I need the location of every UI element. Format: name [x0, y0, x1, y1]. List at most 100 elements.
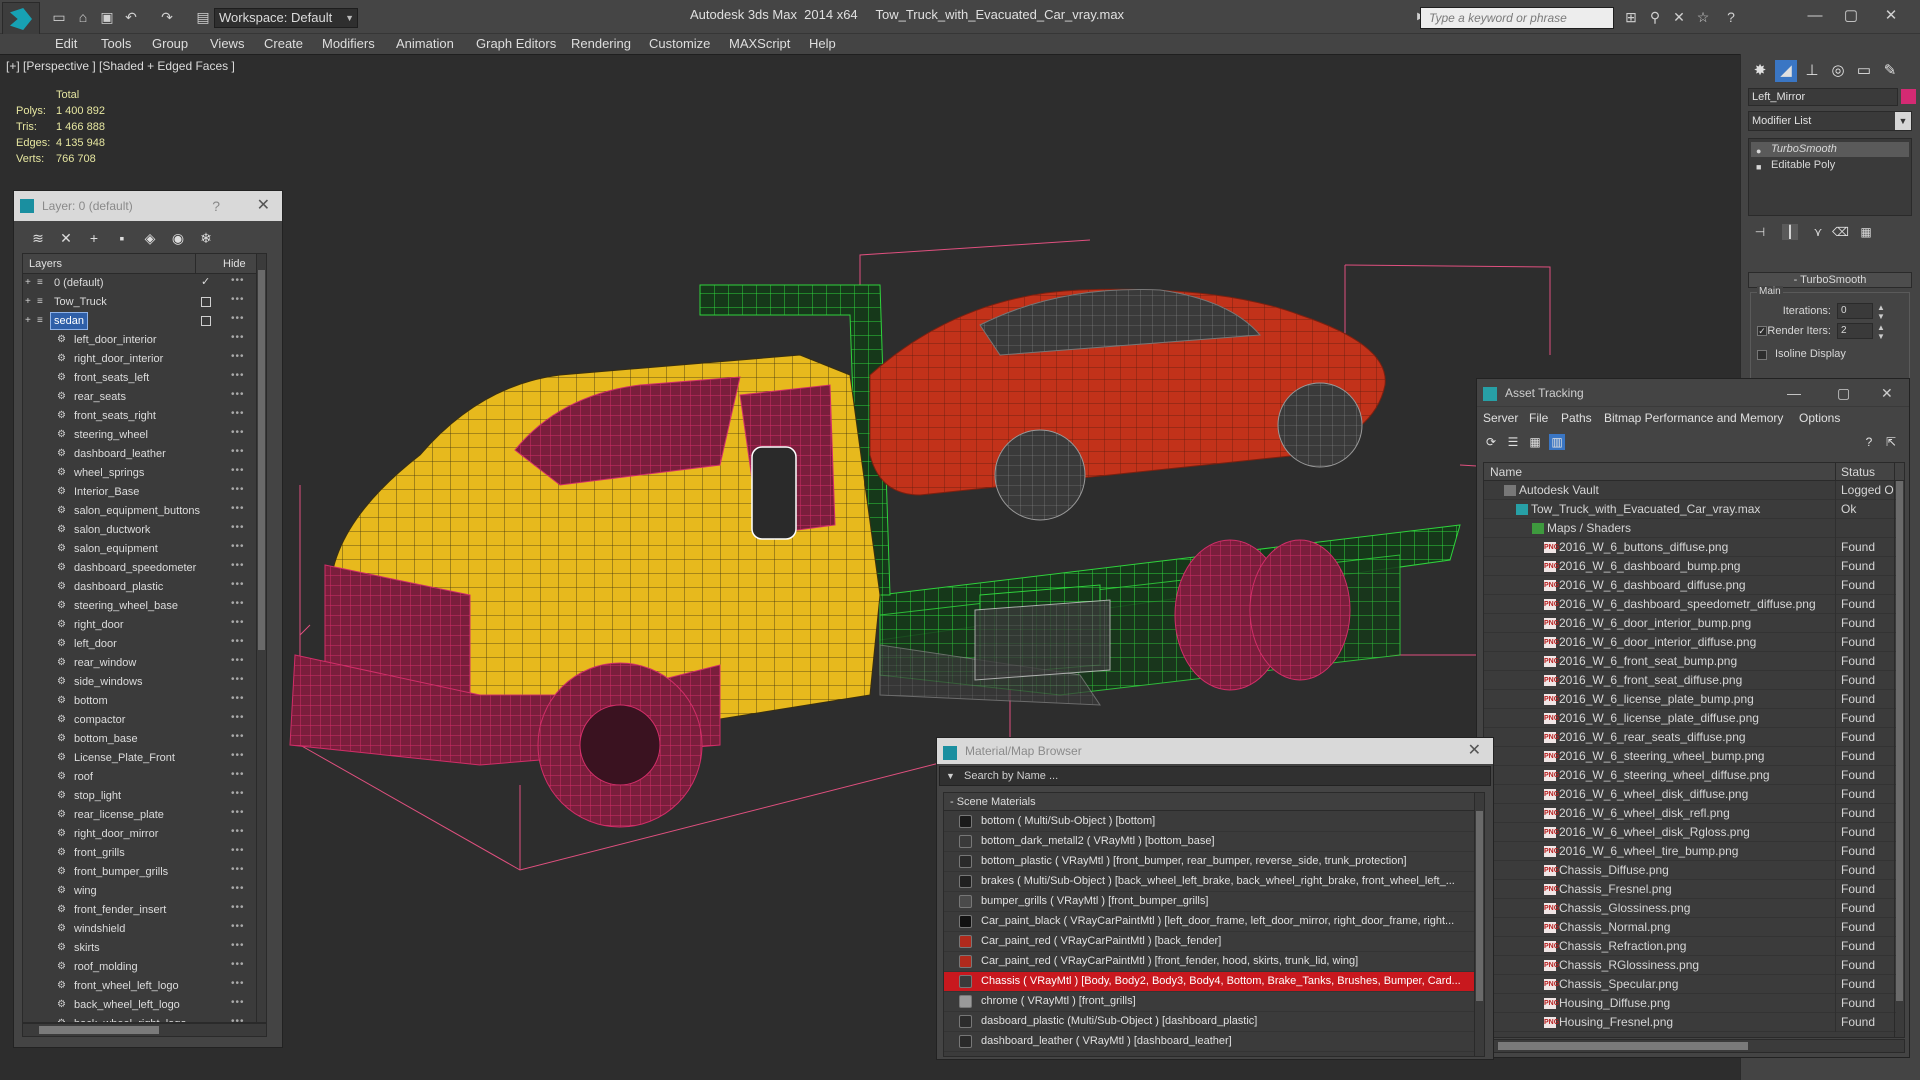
layer-name[interactable]: wheel_springs — [71, 465, 147, 481]
minimize-window-button[interactable]: — — [1800, 6, 1830, 26]
expand-icon[interactable]: + — [25, 316, 35, 326]
menu-views[interactable]: Views — [210, 36, 244, 51]
hide-toggle[interactable]: ••• — [231, 902, 245, 913]
layers-icon[interactable]: ≋ — [30, 230, 46, 246]
layer-name[interactable]: salon_ductwork — [71, 522, 153, 538]
spinner-arrows-icon[interactable]: ▲ ▼ — [1877, 323, 1885, 341]
asset-menu-file[interactable]: File — [1529, 411, 1548, 425]
hide-toggle[interactable]: ••• — [231, 769, 245, 780]
hide-toggle[interactable]: ••• — [231, 389, 245, 400]
select-objects-icon[interactable]: ▪ — [114, 230, 130, 246]
asset-horizontal-scrollbar[interactable] — [1483, 1039, 1905, 1053]
menu-create[interactable]: Create — [264, 36, 303, 51]
column-status[interactable]: Status — [1841, 465, 1875, 479]
scene-materials-group[interactable]: - Scene Materials — [944, 793, 1474, 811]
material-vertical-scrollbar[interactable] — [1474, 793, 1484, 1056]
menu-maxscript[interactable]: MAXScript — [729, 36, 790, 51]
modifier-list-dropdown[interactable]: Modifier List ▼ — [1748, 111, 1912, 131]
asset-row[interactable]: PNG Chassis_RGlossiness.png Found — [1484, 956, 1896, 975]
layer-name[interactable]: License_Plate_Front — [71, 750, 178, 766]
asset-row[interactable]: PNG 2016_W_6_dashboard_diffuse.png Found — [1484, 576, 1896, 595]
material-row[interactable]: chrome ( VRayMtl ) [front_grills] — [944, 992, 1474, 1012]
object-color-swatch[interactable] — [1901, 89, 1916, 104]
hide-toggle[interactable]: ••• — [231, 446, 245, 457]
material-row[interactable]: Chassis ( VRayMtl ) [Body, Body2, Body3,… — [944, 972, 1474, 992]
material-search-input[interactable]: ▼ Search by Name ... — [939, 766, 1491, 786]
display-tab-icon[interactable]: ▭ — [1853, 60, 1875, 82]
asset-row[interactable]: PNG Housing_Fresnel.png Found — [1484, 1013, 1896, 1032]
layer-name[interactable]: 0 (default) — [51, 275, 107, 291]
object-name-field[interactable]: Left_Mirror — [1748, 88, 1898, 106]
layer-name[interactable]: right_door_mirror — [71, 826, 161, 842]
add-layer-icon[interactable]: + — [86, 230, 102, 246]
layer-row[interactable]: ⚙back_wheel_right_logo••• — [23, 1015, 259, 1022]
layer-row[interactable]: + ≡ Tow_Truck ••• — [23, 293, 259, 312]
menu-customize[interactable]: Customize — [649, 36, 710, 51]
layer-row[interactable]: ⚙ roof ••• — [23, 768, 259, 787]
material-row[interactable]: bottom ( Multi/Sub-Object ) [bottom] — [944, 812, 1474, 832]
asset-row[interactable]: PNG 2016_W_6_front_seat_diffuse.png Found — [1484, 671, 1896, 690]
asset-row[interactable]: PNG Chassis_Fresnel.png Found — [1484, 880, 1896, 899]
hide-toggle[interactable]: ••• — [231, 351, 245, 362]
asset-row[interactable]: PNG 2016_W_6_steering_wheel_bump.png Found — [1484, 747, 1896, 766]
open-file-icon[interactable]: ⌂ — [74, 8, 92, 26]
project-folder-icon[interactable]: ▤ — [194, 8, 212, 26]
layer-name[interactable]: salon_equipment_buttons — [71, 503, 203, 519]
layer-name[interactable]: left_door — [71, 636, 120, 652]
app-menu-button[interactable] — [2, 2, 40, 36]
question-arrow-icon[interactable]: ⇱ — [1883, 434, 1899, 450]
layer-name[interactable]: front_bumper_grills — [71, 864, 171, 880]
close-icon[interactable]: ✕ — [1468, 738, 1481, 764]
layer-name[interactable]: bottom_base — [71, 731, 141, 747]
layer-name[interactable]: compactor — [71, 712, 128, 728]
layer-name[interactable]: rear_window — [71, 655, 139, 671]
asset-row[interactable]: Tow_Truck_with_Evacuated_Car_vray.max Ok — [1484, 500, 1896, 519]
layer-name[interactable]: rear_seats — [71, 389, 129, 405]
undo-icon[interactable]: ↶ — [122, 8, 140, 26]
layer-name[interactable]: stop_light — [71, 788, 124, 804]
hide-toggle[interactable]: ••• — [231, 940, 245, 951]
menu-animation[interactable]: Animation — [396, 36, 454, 51]
remove-modifier-icon[interactable]: ⌫ — [1832, 224, 1849, 240]
layer-name[interactable]: front_seats_left — [71, 370, 152, 386]
asset-row[interactable]: PNG 2016_W_6_buttons_diffuse.png Found — [1484, 538, 1896, 557]
layer-name[interactable]: roof_molding — [71, 959, 141, 975]
hide-toggle[interactable]: ••• — [231, 921, 245, 932]
layer-name[interactable]: windshield — [71, 921, 128, 937]
menu-graph-editors[interactable]: Graph Editors — [476, 36, 556, 51]
layer-name[interactable]: Interior_Base — [71, 484, 142, 500]
layer-vertical-scrollbar[interactable] — [256, 254, 266, 1022]
hide-toggle[interactable]: ••• — [231, 579, 245, 590]
layer-panel-titlebar[interactable]: Layer: 0 (default) ? ✕ — [14, 191, 282, 221]
hide-toggle[interactable]: ••• — [231, 408, 245, 419]
material-row[interactable]: brakes ( Multi/Sub-Object ) [back_wheel_… — [944, 872, 1474, 892]
create-tab-icon[interactable]: ✸ — [1749, 60, 1771, 82]
layer-row[interactable]: ⚙ License_Plate_Front ••• — [23, 749, 259, 768]
asset-vertical-scrollbar[interactable] — [1894, 463, 1904, 1037]
layer-horizontal-scrollbar[interactable] — [22, 1023, 267, 1037]
hide-toggle[interactable]: ••• — [231, 427, 245, 438]
layer-row[interactable]: ⚙ salon_ductwork ••• — [23, 521, 259, 540]
expand-icon[interactable]: + — [25, 297, 35, 307]
layer-row[interactable]: ⚙ roof_molding ••• — [23, 958, 259, 977]
hide-toggle[interactable]: ••• — [231, 807, 245, 818]
hide-all-icon[interactable]: ◉ — [170, 230, 186, 246]
layer-row[interactable]: + ≡ sedan ••• — [23, 312, 259, 331]
layer-name[interactable]: rear_license_plate — [71, 807, 167, 823]
spinner-arrows-icon[interactable]: ▲ ▼ — [1877, 303, 1885, 321]
hide-toggle[interactable]: ••• — [231, 541, 245, 552]
layer-name[interactable]: sedan — [50, 312, 88, 330]
layer-row[interactable]: ⚙ dashboard_leather ••• — [23, 445, 259, 464]
configure-sets-icon[interactable]: ▦ — [1858, 224, 1874, 240]
material-row[interactable]: bumper_grills ( VRayMtl ) [front_bumper_… — [944, 892, 1474, 912]
current-layer-check-icon[interactable]: ✓ — [201, 276, 213, 288]
layer-row[interactable]: ⚙ bottom_base ••• — [23, 730, 259, 749]
viewport-label[interactable]: [+] [Perspective ] [Shaded + Edged Faces… — [6, 59, 235, 73]
layer-name[interactable]: front_seats_right — [71, 408, 159, 424]
layer-row[interactable]: ⚙ bottom ••• — [23, 692, 259, 711]
asset-row[interactable]: PNG 2016_W_6_license_plate_diffuse.png Fou… — [1484, 709, 1896, 728]
hide-toggle[interactable]: ••• — [231, 522, 245, 533]
layer-name[interactable]: dashboard_leather — [71, 446, 169, 462]
material-row[interactable]: Car_paint_black ( VRayCarPaintMtl ) [lef… — [944, 912, 1474, 932]
freeze-all-icon[interactable]: ❄ — [198, 230, 214, 246]
